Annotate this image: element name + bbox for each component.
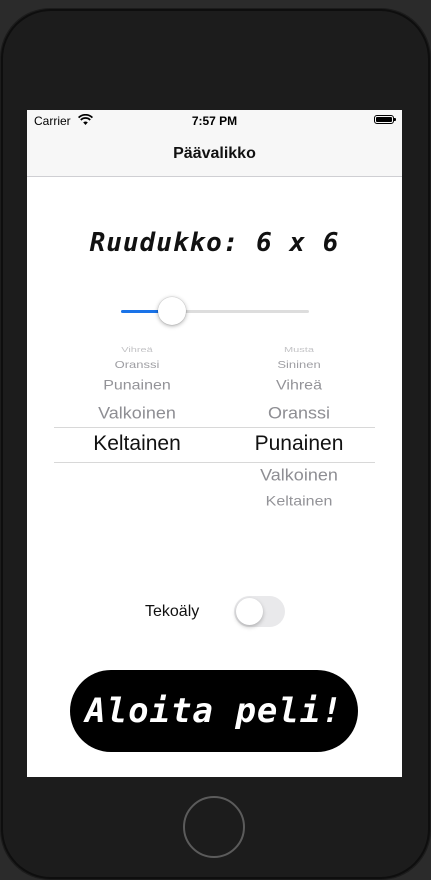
picker-item[interactable]: Keltainen	[219, 495, 379, 510]
slider-thumb[interactable]	[157, 297, 186, 325]
ai-toggle[interactable]	[234, 596, 285, 627]
start-game-button[interactable]: Aloita peli!	[70, 670, 358, 752]
screen: Carrier 7:57 PM Päävalikko Ruudukko: 6 x…	[27, 110, 402, 777]
navigation-bar: Päävalikko	[27, 132, 402, 177]
picker-item[interactable]: Sininen	[219, 359, 379, 370]
grid-size-label: Ruudukko: 6 x 6	[89, 228, 340, 258]
page-title: Päävalikko	[173, 145, 256, 162]
status-bar: Carrier 7:57 PM	[27, 110, 402, 132]
picker-item[interactable]: Valkoinen	[219, 466, 379, 485]
battery-icon	[374, 115, 396, 124]
home-button[interactable]	[183, 796, 245, 858]
picker-selected-item[interactable]: Keltainen	[57, 432, 217, 456]
grid-size-slider[interactable]	[121, 297, 309, 325]
picker-item[interactable]: Vihreä	[219, 379, 379, 394]
picker-selected-item[interactable]: Punainen	[219, 432, 379, 456]
picker-item[interactable]: Vihreä	[57, 346, 217, 354]
picker-item[interactable]: Valkoinen	[57, 404, 217, 423]
status-time: 7:57 PM	[191, 114, 238, 128]
picker-item[interactable]: Punainen	[57, 379, 217, 394]
picker-item[interactable]: Oranssi	[219, 404, 379, 423]
picker-item[interactable]: Oranssi	[57, 359, 217, 370]
ai-toggle-label: Tekoäly	[145, 603, 200, 620]
picker-item[interactable]: Musta	[219, 346, 379, 354]
toggle-knob	[236, 598, 263, 625]
